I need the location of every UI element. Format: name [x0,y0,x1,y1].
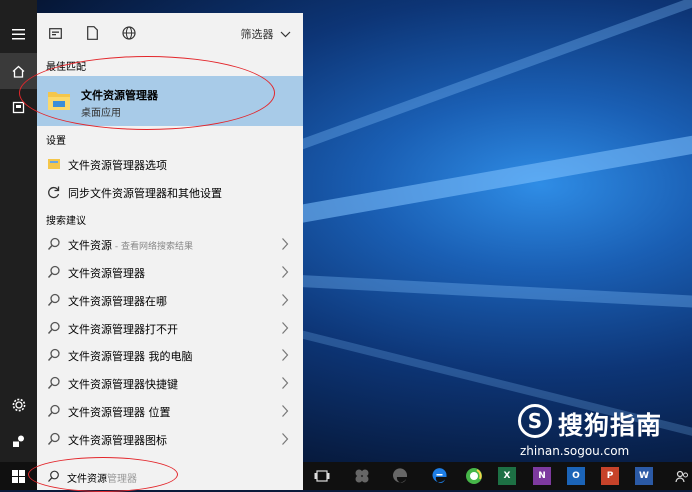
people-icon[interactable] [673,467,691,485]
chevron-right-icon[interactable] [281,432,289,446]
annotation-ellipse [28,457,178,492]
outlook-icon[interactable]: O [567,467,585,485]
suggestion-item[interactable]: 文件资源管理器图标 [37,426,303,453]
suggestion-item[interactable]: 文件资源管理器 [37,259,303,286]
settings-gear-icon[interactable] [0,387,37,423]
edge-legacy-icon[interactable] [392,467,410,485]
search-icon [47,404,60,417]
search-icon [47,265,60,278]
settings-item-label: 同步文件资源管理器和其他设置 [68,187,222,200]
folder-options-icon [48,159,60,169]
suggestions-heading: 搜索建议 [46,216,86,227]
web-filter-icon[interactable] [120,24,138,42]
chevron-right-icon[interactable] [281,376,289,390]
suggestion-label: 文件资源管理器快捷键 [68,378,178,392]
settings-item-sync[interactable]: 同步文件资源管理器和其他设置 [37,179,303,206]
chevron-right-icon[interactable] [281,293,289,307]
suggestion-label: 文件资源管理器 [68,267,145,280]
search-icon [47,377,60,390]
power-user-icon[interactable] [0,423,37,459]
search-icon [47,237,60,250]
suggestion-item[interactable]: 文件资源管理器打不开 [37,315,303,342]
suggestion-item[interactable]: 文件资源管理器 我的电脑 [37,342,303,369]
documents-filter-icon[interactable] [83,24,101,42]
settings-heading: 设置 [46,136,66,147]
search-icon [47,349,60,362]
hamburger-menu-icon[interactable] [0,16,37,52]
edge-icon[interactable] [431,467,449,485]
task-view-icon[interactable] [313,467,331,485]
filter-dropdown[interactable]: 筛选器 [241,26,292,42]
suggestion-label: 文件资源管理器图标 [68,433,167,447]
start-rail [0,0,37,462]
chevron-right-icon[interactable] [281,321,289,335]
settings-item-label: 文件资源管理器选项 [68,159,167,172]
onenote-icon[interactable]: N [533,467,551,485]
excel-icon[interactable]: X [498,467,516,485]
settings-item-folder-options[interactable]: 文件资源管理器选项 [37,151,303,178]
qq-browser-icon[interactable] [465,467,483,485]
suggestion-item[interactable]: 文件资源管理器 位置 [37,398,303,425]
sync-icon [48,186,60,199]
suggestion-item[interactable]: 文件资源管理器快捷键 [37,370,303,397]
filter-label: 筛选器 [240,28,274,41]
suggestion-label: 文件资源 - 查看网络搜索结果 [68,239,193,252]
suggestion-label: 文件资源管理器 我的电脑 [68,350,193,364]
sogou-logo-icon: S [518,404,552,438]
chevron-right-icon[interactable] [281,348,289,362]
annotation-ellipse [19,56,275,130]
search-icon [47,432,60,445]
chevron-right-icon[interactable] [281,404,289,418]
apps-filter-icon[interactable] [46,24,64,42]
suggestion-label: 文件资源管理器 位置 [68,406,171,419]
suggestion-item[interactable]: 文件资源管理器在哪 [37,287,303,314]
search-toolbar: 筛选器 [37,13,303,53]
app-icon[interactable] [353,467,371,485]
search-icon [47,293,60,306]
suggestion-web-item[interactable]: 文件资源 - 查看网络搜索结果 [37,231,303,258]
word-icon[interactable]: W [635,467,653,485]
watermark-name: 搜狗指南 [558,411,663,440]
chevron-right-icon[interactable] [281,237,289,251]
powerpoint-icon[interactable]: P [601,467,619,485]
suggestion-label: 文件资源管理器打不开 [68,322,178,336]
web-search-hint: - 查看网络搜索结果 [112,242,193,252]
chevron-right-icon[interactable] [281,265,289,279]
sogou-watermark: S 搜狗指南 zhinan.sogou.com [518,404,688,462]
suggestion-label: 文件资源管理器在哪 [68,294,167,308]
search-icon [47,321,60,334]
chevron-down-icon [280,31,291,38]
watermark-url: zhinan.sogou.com [520,444,630,458]
